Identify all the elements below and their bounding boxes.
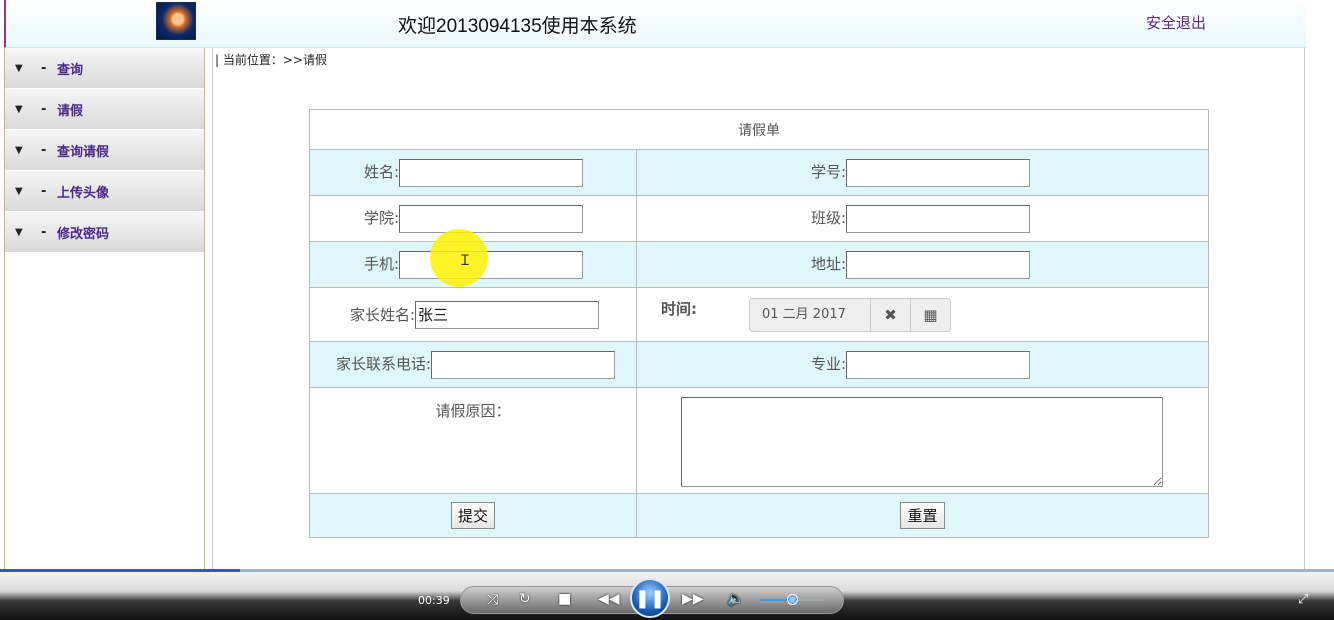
major-input[interactable] — [846, 350, 1031, 379]
sidebar-item-change-password[interactable]: ▼ - 修改密码 — [5, 212, 204, 253]
dash-icon: - — [41, 224, 47, 240]
phone-label: 手机: — [363, 255, 399, 273]
sidebar-item-label: 上传头像 — [57, 185, 110, 201]
pause-icon: ❚❚ — [634, 587, 666, 609]
student-id-label: 学号: — [811, 163, 847, 181]
dash-icon: - — [41, 183, 47, 199]
time-label: 时间: — [661, 299, 697, 318]
logout-link[interactable]: 安全退出 — [1146, 12, 1206, 33]
sidebar-item-upload-avatar[interactable]: ▼ - 上传头像 — [5, 171, 204, 212]
parent-name-input[interactable] — [415, 300, 599, 329]
reset-button[interactable]: 重置 — [900, 502, 945, 529]
pause-button[interactable]: ❚❚ — [630, 578, 670, 618]
dash-icon: - — [41, 60, 47, 76]
college-input[interactable] — [399, 204, 583, 233]
triangle-down-icon: ▼ — [15, 185, 23, 197]
college-label: 学院: — [363, 209, 399, 227]
reason-textarea[interactable] — [681, 396, 1163, 487]
text-cursor-icon: Ｉ — [458, 253, 472, 269]
student-id-input[interactable] — [846, 158, 1031, 187]
breadcrumb: | 当前位置：>>请假 — [215, 53, 327, 67]
parent-phone-input[interactable] — [431, 350, 615, 379]
parent-phone-label: 家长联系电话: — [335, 355, 431, 373]
parent-name-label: 家长姓名: — [349, 306, 415, 324]
playback-time: 00:39 — [418, 594, 450, 607]
rewind-icon[interactable]: ◀◀ — [598, 591, 620, 607]
leave-form-table: 请假单 姓名: 学号: 学院: 班级: 手机: 地址: 家长姓名:张三 时间: … — [309, 109, 1209, 538]
dash-icon: - — [41, 142, 47, 158]
date-picker: 01 二月 2017 ✖ ▦ — [749, 297, 951, 332]
reason-label: 请假原因： — [435, 402, 511, 420]
sidebar-item-query-leave[interactable]: ▼ - 查询请假 — [5, 130, 204, 171]
sidebar-item-label: 查询请假 — [57, 144, 110, 160]
name-input[interactable] — [399, 158, 583, 187]
major-label: 专业: — [811, 355, 847, 373]
volume-knob[interactable] — [787, 594, 798, 605]
media-player-controls: 00:39 ⤮ ↻ ■ ◀◀ ❚❚ ▶▶ 🔈 ⤢ — [0, 572, 1334, 620]
class-input[interactable] — [846, 204, 1031, 233]
phone-input[interactable] — [399, 250, 583, 279]
form-title: 请假单 — [309, 109, 1209, 150]
address-label: 地址: — [811, 255, 847, 273]
sidebar: ▼ - 查询 ▼ - 请假 ▼ - 查询请假 ▼ - 上传头像 ▼ - 修改密码 — [4, 48, 205, 596]
class-label: 班级: — [811, 209, 847, 227]
stop-icon[interactable]: ■ — [558, 591, 571, 607]
close-icon: ✖ — [884, 305, 897, 324]
shuffle-icon[interactable]: ⤮ — [487, 592, 498, 608]
repeat-icon[interactable]: ↻ — [519, 591, 531, 607]
name-label: 姓名: — [363, 163, 399, 181]
triangle-down-icon: ▼ — [15, 144, 23, 156]
submit-button[interactable]: 提交 — [450, 502, 495, 529]
clear-date-button[interactable]: ✖ — [871, 297, 911, 332]
calendar-button[interactable]: ▦ — [911, 297, 951, 332]
sidebar-item-label: 请假 — [57, 103, 84, 119]
sidebar-item-label: 查询 — [57, 62, 84, 78]
volume-icon[interactable]: 🔈 — [727, 591, 744, 607]
sidebar-item-label: 修改密码 — [57, 226, 110, 242]
main-frame: | 当前位置：>>请假 请假单 姓名: 学号: 学院: 班级: 手机: 地址: … — [212, 48, 1305, 596]
triangle-down-icon: ▼ — [15, 226, 23, 238]
address-input[interactable] — [846, 250, 1031, 279]
dash-icon: - — [41, 101, 47, 117]
fast-forward-icon[interactable]: ▶▶ — [682, 591, 704, 607]
logo-image — [156, 2, 196, 40]
sidebar-item-leave[interactable]: ▼ - 请假 — [5, 89, 204, 130]
triangle-down-icon: ▼ — [15, 62, 23, 74]
welcome-title: 欢迎2013094135使用本系统 — [398, 16, 637, 37]
calendar-icon: ▦ — [923, 305, 938, 324]
fullscreen-icon[interactable]: ⤢ — [1298, 592, 1308, 607]
triangle-down-icon: ▼ — [15, 103, 23, 115]
header-bar: 欢迎2013094135使用本系统 安全退出 — [4, 0, 1306, 48]
date-input[interactable]: 01 二月 2017 — [749, 297, 871, 332]
sidebar-item-query[interactable]: ▼ - 查询 — [5, 48, 204, 89]
